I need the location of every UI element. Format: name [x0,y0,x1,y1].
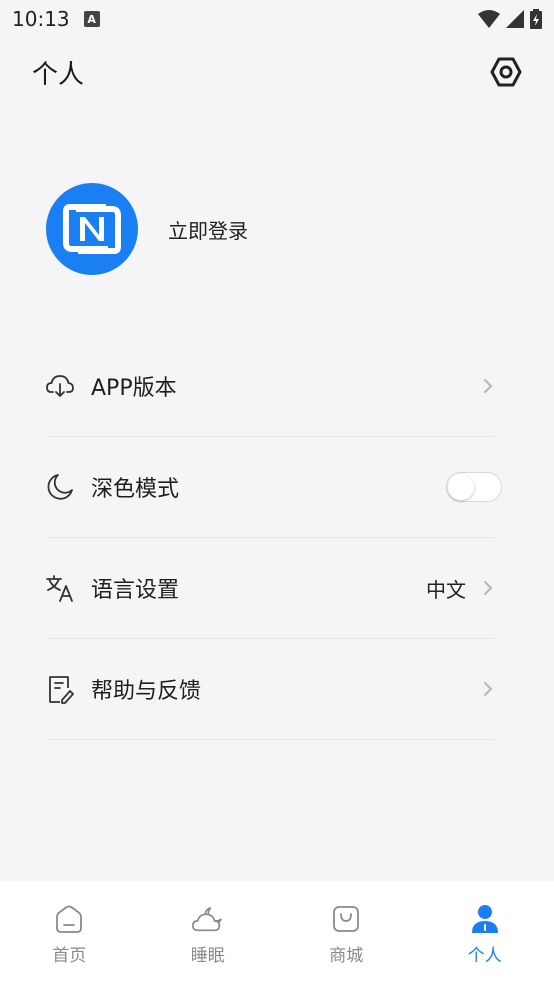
menu-item-language[interactable]: 语言设置 中文 [46,538,494,639]
person-icon [469,903,501,935]
menu-right [480,375,494,397]
cloud-download-icon [45,371,75,401]
tab-label: 个人 [467,946,502,966]
menu-label: 语言设置 [91,578,180,603]
menu-right: 中文 [426,574,494,603]
home-icon [53,903,85,935]
profile-login[interactable]: 立即登录 [46,182,248,276]
header: 个人 [0,48,554,96]
menu-label: APP版本 [91,376,177,401]
tab-profile[interactable]: 个人 [416,881,554,984]
menu-item-help-feedback[interactable]: 帮助与反馈 [46,639,494,740]
avatar[interactable] [46,183,138,275]
menu-item-app-version[interactable]: APP版本 [46,336,494,437]
menu-right [480,678,494,700]
status-time: 10:13 [12,7,70,31]
menu-right [446,472,502,502]
status-icons [478,9,542,29]
notification-badge-icon: A [83,11,100,27]
moon-icon [45,472,75,502]
dark-mode-toggle[interactable] [446,472,502,502]
translate-icon [45,573,75,603]
page-title: 个人 [32,59,85,90]
toggle-knob [448,474,474,500]
sleep-icon [191,903,224,935]
language-value: 中文 [426,577,466,602]
tab-label: 商城 [329,946,364,966]
chevron-right-icon [480,577,496,599]
menu-label: 深色模式 [91,477,180,502]
chevron-right-icon [480,375,496,397]
login-link[interactable]: 立即登录 [168,215,248,244]
settings-hexagon-icon [490,57,522,87]
feedback-icon [45,674,75,704]
battery-icon [530,9,542,29]
settings-menu: APP版本 深色模式 语言设置 中文 帮助与反馈 [45,336,502,740]
bottom-tab-bar: 首页 睡眠 商城 个人 [0,881,554,984]
tab-label: 首页 [52,946,87,966]
tab-label: 睡眠 [190,946,225,966]
wifi-icon [478,10,500,28]
shop-bag-icon [330,903,362,935]
chevron-right-icon [480,678,496,700]
tab-shop[interactable]: 商城 [277,881,416,984]
menu-label: 帮助与反馈 [91,679,202,704]
status-bar: 10:13 A [0,0,554,38]
tab-home[interactable]: 首页 [0,881,139,984]
menu-item-dark-mode: 深色模式 [45,437,502,538]
app-logo-icon [63,204,121,254]
signal-icon [506,10,524,28]
tab-sleep[interactable]: 睡眠 [139,881,278,984]
settings-button[interactable] [486,52,526,92]
